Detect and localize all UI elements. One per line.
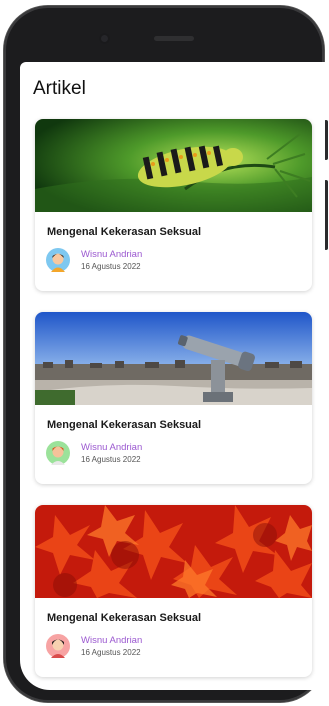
article-card[interactable]: Mengenal Kekerasan Seksual Wisnu Andrian… — [35, 505, 312, 677]
speaker-grille — [154, 36, 194, 41]
telescope-image — [35, 312, 312, 405]
avatar-blue-icon — [46, 248, 70, 272]
post-date: 16 Agustus 2022 — [81, 648, 141, 657]
caterpillar-image — [35, 119, 312, 212]
author-name[interactable]: Wisnu Andrian — [81, 635, 142, 646]
red-leaves-image — [35, 505, 312, 598]
page-title: Artikel — [33, 78, 86, 99]
canvas: Artikel Mengenal Kekerasan Seksual Wisnu… — [0, 0, 329, 706]
article-title[interactable]: Mengenal Kekerasan Seksual — [47, 419, 201, 431]
article-title[interactable]: Mengenal Kekerasan Seksual — [47, 226, 201, 238]
post-date: 16 Agustus 2022 — [81, 262, 141, 271]
article-card[interactable]: Mengenal Kekerasan Seksual Wisnu Andrian… — [35, 119, 312, 291]
app-screen: Artikel Mengenal Kekerasan Seksual Wisnu… — [20, 62, 325, 690]
author-name[interactable]: Wisnu Andrian — [81, 249, 142, 260]
avatar-pink-icon — [46, 634, 70, 658]
article-card[interactable]: Mengenal Kekerasan Seksual Wisnu Andrian… — [35, 312, 312, 484]
post-date: 16 Agustus 2022 — [81, 455, 141, 464]
article-title[interactable]: Mengenal Kekerasan Seksual — [47, 612, 201, 624]
avatar-green-icon — [46, 441, 70, 465]
author-name[interactable]: Wisnu Andrian — [81, 442, 142, 453]
front-camera-icon — [99, 33, 110, 44]
